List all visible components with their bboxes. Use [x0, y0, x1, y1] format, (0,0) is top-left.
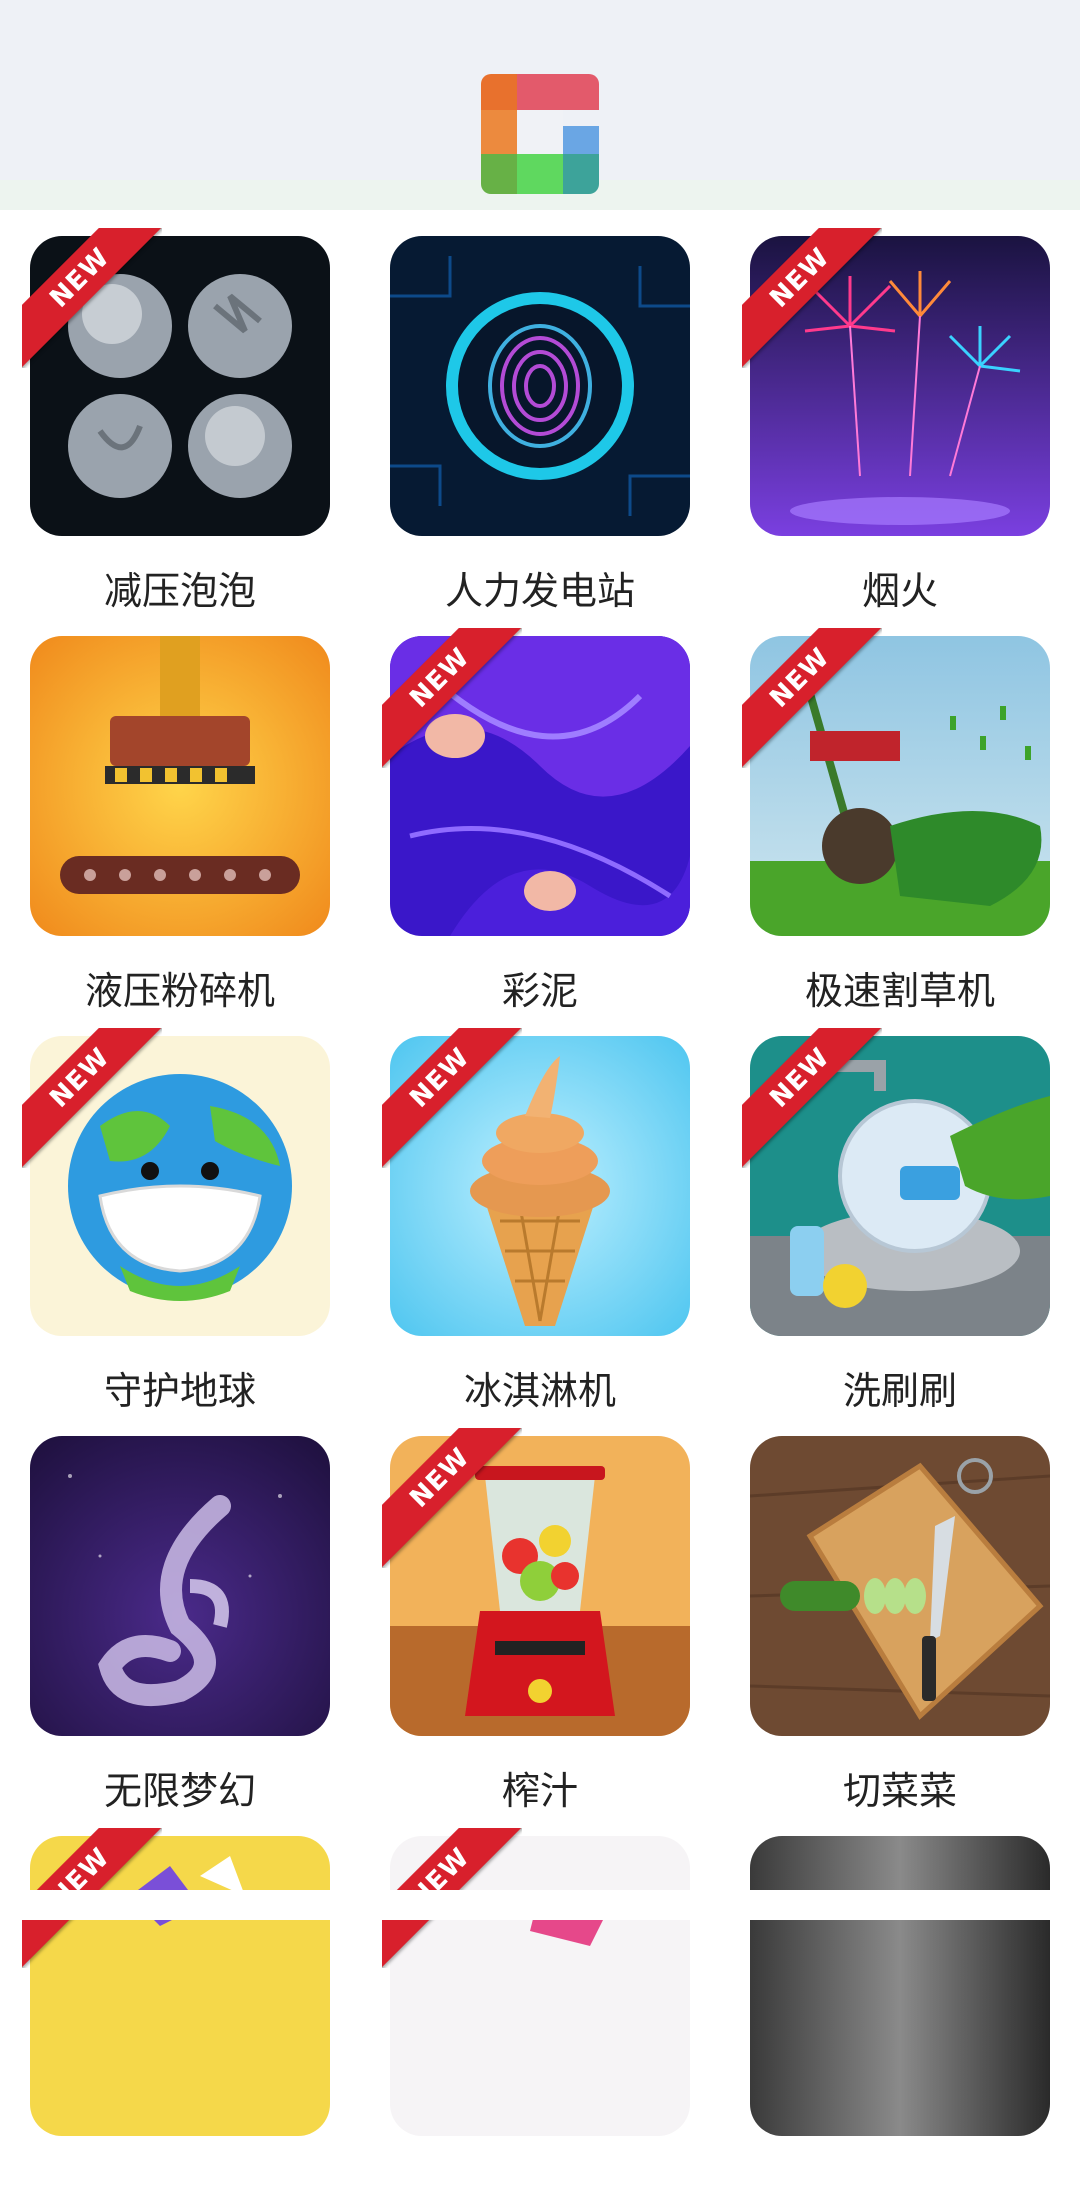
smoke-swirl-icon[interactable]	[30, 1436, 330, 1736]
blender-icon[interactable]	[390, 1436, 690, 1736]
game-label: 极速割草机	[804, 969, 995, 1013]
game-label: 减压泡泡	[103, 569, 256, 613]
game-label: 液压粉碎机	[84, 969, 275, 1013]
slime-icon[interactable]	[390, 636, 690, 936]
bubble-wrap-icon[interactable]	[30, 236, 330, 536]
game-label: 守护地球	[103, 1369, 256, 1413]
game-grid: NEW 减压泡泡 人力发电站 NEW 烟火 液压粉碎机 NEW 彩泥 NEW 极…	[0, 210, 1080, 2136]
game-label: 烟火	[861, 569, 938, 613]
partial-gray-icon[interactable]	[750, 1836, 1050, 2136]
game-label: 榨汁	[501, 1769, 578, 1813]
lawn-mower-icon[interactable]	[750, 636, 1050, 936]
game-label: 人力发电站	[444, 569, 635, 613]
fingerprint-icon[interactable]	[390, 236, 690, 536]
game-label: 冰淇淋机	[463, 1369, 616, 1413]
game-item[interactable]: NEW 彩泥	[382, 610, 690, 1013]
game-item[interactable]: NEW 减压泡泡	[22, 210, 330, 613]
game-item[interactable]: NEW 守护地球	[22, 1010, 330, 1413]
ice-cream-icon[interactable]	[390, 1036, 690, 1336]
hydraulic-crusher-icon[interactable]	[30, 636, 330, 936]
game-label: 无限梦幻	[103, 1769, 256, 1813]
game-item[interactable]	[750, 1810, 1050, 2210]
game-item[interactable]: NEW	[382, 1810, 690, 2210]
game-item[interactable]: 液压粉碎机	[30, 610, 330, 1013]
partial-pink-icon[interactable]	[390, 1836, 690, 2136]
game-item[interactable]: 无限梦幻	[30, 1410, 330, 1813]
app-logo-icon[interactable]	[481, 74, 599, 194]
bottom-edge	[0, 1890, 1080, 1920]
game-item[interactable]: NEW 洗刷刷	[742, 1010, 1050, 1413]
fireworks-icon[interactable]	[750, 236, 1050, 536]
dish-washing-icon[interactable]	[750, 1036, 1050, 1336]
game-item[interactable]: NEW	[22, 1810, 330, 2210]
game-item[interactable]: 切菜菜	[750, 1410, 1050, 1813]
game-label: 彩泥	[501, 969, 578, 1013]
game-label: 洗刷刷	[842, 1369, 957, 1413]
game-item[interactable]: NEW 冰淇淋机	[382, 1010, 690, 1413]
header-bar	[0, 0, 1080, 210]
cutting-board-icon[interactable]	[750, 1436, 1050, 1736]
game-item[interactable]: NEW 极速割草机	[742, 610, 1050, 1013]
earth-mask-icon[interactable]	[30, 1036, 330, 1336]
game-item[interactable]: 人力发电站	[390, 210, 690, 613]
game-label: 切菜菜	[842, 1769, 957, 1813]
partial-yellow-icon[interactable]	[30, 1836, 330, 2136]
game-item[interactable]: NEW 榨汁	[382, 1410, 690, 1813]
game-item[interactable]: NEW 烟火	[742, 210, 1050, 613]
